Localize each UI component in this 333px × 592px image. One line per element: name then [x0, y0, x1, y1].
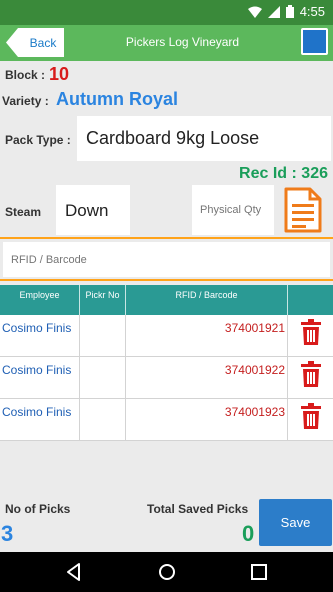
home-nav-icon[interactable] — [155, 560, 179, 584]
document-icon[interactable] — [284, 187, 322, 233]
rfid-field-container — [0, 237, 333, 281]
table-row[interactable]: Cosimo Finis 374001921 — [0, 315, 333, 357]
physical-qty-input[interactable] — [192, 185, 274, 235]
main-content: Block : 10 Variety : Autumn Royal Pack T… — [0, 61, 333, 552]
rfid-barcode-input[interactable] — [3, 242, 330, 277]
page-title: Pickers Log Vineyard — [125, 35, 240, 49]
status-icons: 4:55 — [247, 4, 325, 19]
header-picker-no: Pickr No — [80, 285, 126, 315]
cell-actions — [288, 357, 333, 398]
header-rfid: RFID / Barcode — [126, 285, 288, 315]
table-row[interactable]: Cosimo Finis 374001922 — [0, 357, 333, 399]
menu-button[interactable] — [301, 28, 328, 55]
no-of-picks-value: 3 — [1, 521, 14, 546]
no-of-picks-label: No of Picks — [5, 502, 71, 516]
cell-employee: Cosimo Finis — [0, 315, 80, 356]
cell-actions — [288, 315, 333, 356]
cell-picker-no — [80, 315, 126, 356]
variety-value: Autumn Royal — [56, 89, 179, 109]
back-button[interactable]: Back — [6, 28, 64, 57]
cell-employee: Cosimo Finis — [0, 357, 80, 398]
cell-actions — [288, 399, 333, 440]
total-saved-picks-label: Total Saved Picks — [147, 502, 249, 516]
trash-icon[interactable] — [300, 319, 321, 345]
status-bar: 4:55 — [0, 0, 333, 25]
table-row[interactable]: Cosimo Finis 374001923 — [0, 399, 333, 441]
cell-picker-no — [80, 399, 126, 440]
rec-id-value: 326 — [301, 165, 328, 182]
navigation-bar — [0, 552, 333, 592]
pack-type-selector[interactable]: Cardboard 9kg Loose — [77, 116, 331, 161]
variety-label: Variety : — [2, 94, 49, 108]
total-saved-picks-value: 0 — [242, 521, 255, 546]
block-label: Block : — [5, 68, 46, 82]
cell-rfid: 374001922 — [126, 357, 288, 398]
back-nav-icon[interactable] — [62, 560, 86, 584]
header-employee: Employee — [0, 285, 80, 315]
cell-rfid: 374001921 — [126, 315, 288, 356]
header-actions — [288, 285, 333, 315]
wifi-icon — [247, 6, 262, 18]
status-time: 4:55 — [299, 4, 325, 19]
cell-rfid: 374001923 — [126, 399, 288, 440]
app-bar: Back Pickers Log Vineyard — [0, 25, 333, 61]
recents-nav-icon[interactable] — [247, 560, 271, 584]
signal-icon — [267, 5, 280, 18]
trash-icon[interactable] — [300, 403, 321, 429]
pack-type-label: Pack Type : — [5, 133, 71, 147]
block-value: 10 — [49, 64, 70, 84]
cell-employee: Cosimo Finis — [0, 399, 80, 440]
cell-picker-no — [80, 357, 126, 398]
save-button[interactable]: Save — [259, 499, 332, 546]
picks-table: Employee Pickr No RFID / Barcode Cosimo … — [0, 285, 333, 441]
steam-label: Steam — [5, 205, 42, 219]
battery-icon — [285, 5, 294, 18]
steam-selector[interactable]: Down — [56, 185, 130, 235]
trash-icon[interactable] — [300, 361, 321, 387]
rec-id-label: Rec Id : — [239, 165, 297, 182]
table-header: Employee Pickr No RFID / Barcode — [0, 285, 333, 315]
rec-id: Rec Id : 326 — [239, 165, 328, 183]
